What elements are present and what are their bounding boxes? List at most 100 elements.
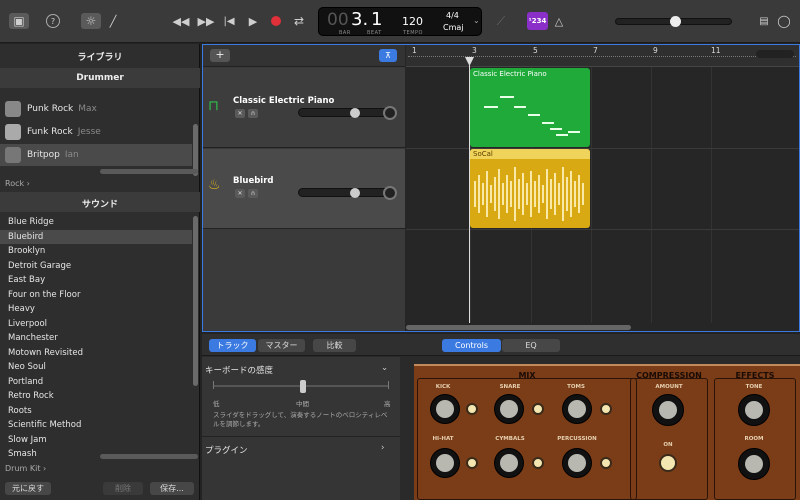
high-label: 高 <box>384 400 391 408</box>
rewind-icon[interactable]: ◀◀ <box>172 13 190 29</box>
sound-item[interactable]: Retro Rock <box>0 389 192 404</box>
genre-crumb-label: Rock <box>5 179 25 188</box>
midi-note <box>500 96 514 98</box>
ruler-label: 7 <box>593 46 598 55</box>
lcd-display[interactable]: 00 3. 1 BAR BEAT 120 TEMPO 4/4 Cmaj ⌄ <box>318 7 482 36</box>
toms-toggle[interactable] <box>600 403 612 415</box>
plugins-row[interactable]: プラグイン › <box>205 443 395 456</box>
midi-note <box>556 134 568 136</box>
help-icon[interactable]: ? <box>46 14 60 28</box>
chevron-down-icon[interactable]: ⌄ <box>381 363 388 373</box>
sound-item[interactable]: Portland <box>0 375 192 390</box>
kick-knob[interactable] <box>430 394 460 424</box>
smart-controls-tabbar: トラック マスター 比較 Controls EQ <box>202 334 800 356</box>
tab-compare[interactable]: 比較 <box>313 339 356 352</box>
drummer-item-selected[interactable]: Britpop Ian <box>0 144 192 166</box>
track-header-bluebird[interactable]: ♨ Bluebird ✕ ∩ <box>203 149 405 229</box>
hihat-toggle[interactable] <box>466 457 478 469</box>
toms-knob[interactable] <box>562 394 592 424</box>
hihat-knob[interactable] <box>430 448 460 478</box>
cycle-icon[interactable]: ⇄ <box>290 13 308 29</box>
headphones-icon[interactable]: ∩ <box>248 189 258 198</box>
loop-browser-icon[interactable]: ◯ <box>775 13 793 29</box>
sound-item[interactable]: Scientific Method <box>0 418 192 433</box>
tone-knob[interactable] <box>738 394 770 426</box>
snare-toggle[interactable] <box>532 403 544 415</box>
sound-item[interactable]: Detroit Garage <box>0 259 192 274</box>
sound-item[interactable]: Roots <box>0 404 192 419</box>
sound-item[interactable]: Liverpool <box>0 317 192 332</box>
track-volume-knob[interactable] <box>350 108 360 118</box>
keyboard-sensitivity-header[interactable]: キーボードの感度 ⌄ <box>205 363 395 376</box>
pencil-icon[interactable]: ╱ <box>104 13 122 29</box>
delete-button[interactable]: 削除 <box>103 482 143 495</box>
sound-item[interactable]: Neo Soul <box>0 360 192 375</box>
sound-item[interactable]: Blue Ridge <box>0 215 192 230</box>
mute-icon[interactable]: ✕ <box>235 109 245 118</box>
amount-label: AMOUNT <box>655 384 683 390</box>
sound-item[interactable]: Brooklyn <box>0 244 192 259</box>
chevron-down-icon[interactable]: ⌄ <box>473 16 480 25</box>
tab-master[interactable]: マスター <box>258 339 305 352</box>
revert-button[interactable]: 元に戻す <box>5 482 51 495</box>
library-icon[interactable]: ▣ <box>9 13 29 29</box>
record-icon[interactable] <box>267 13 285 29</box>
cymbals-toggle[interactable] <box>532 457 544 469</box>
track-header-electric-piano[interactable]: ⊓ Classic Electric Piano ✕ ∩ <box>203 68 405 148</box>
drummer-item[interactable]: Punk Rock Max <box>0 98 192 120</box>
track-volume-slider[interactable] <box>298 188 392 197</box>
sound-item[interactable]: Motown Revisited <box>0 346 192 361</box>
compression-on-toggle[interactable] <box>659 454 677 472</box>
sound-scrollbar[interactable] <box>193 216 198 386</box>
kick-toggle[interactable] <box>466 403 478 415</box>
tab-controls[interactable]: Controls <box>442 339 501 352</box>
room-knob[interactable] <box>738 448 770 480</box>
track-name: Bluebird <box>233 176 274 186</box>
smart-tempo-icon[interactable]: ⊼ <box>379 49 397 62</box>
kit-breadcrumb[interactable]: Drum Kit › <box>5 464 46 473</box>
room-label: ROOM <box>744 436 764 442</box>
track-volume-slider[interactable] <box>298 108 392 117</box>
sound-item[interactable]: Bluebird <box>0 229 192 244</box>
drummer-region[interactable]: SoCal <box>470 149 590 228</box>
playhead[interactable] <box>469 57 470 323</box>
master-volume-knob[interactable] <box>670 16 681 27</box>
chevron-right-icon[interactable]: › <box>381 443 384 453</box>
snare-knob[interactable] <box>494 394 524 424</box>
drummer-hscrollbar[interactable] <box>100 169 198 174</box>
sound-item[interactable]: East Bay <box>0 273 192 288</box>
tracks-hscrollbar[interactable] <box>406 325 631 330</box>
sound-hscrollbar[interactable] <box>100 454 198 459</box>
genre-breadcrumb[interactable]: Rock › <box>5 179 30 188</box>
smart-controls-icon[interactable]: ☼ <box>81 13 101 29</box>
fast-forward-icon[interactable]: ▶▶ <box>197 13 215 29</box>
midi-region[interactable]: Classic Electric Piano <box>470 68 590 147</box>
sound-item[interactable]: Heavy <box>0 302 192 317</box>
sound-item[interactable]: Slow Jam <box>0 433 192 448</box>
track-volume-knob[interactable] <box>350 188 360 198</box>
count-in-icon[interactable]: ¹234 <box>527 12 548 30</box>
tuner-icon[interactable]: ⟋ <box>492 13 510 29</box>
play-icon[interactable]: ▶ <box>244 13 262 29</box>
track-pan-dial[interactable] <box>383 186 397 200</box>
notepad-icon[interactable]: ▤ <box>755 13 773 29</box>
sound-item[interactable]: Four on the Floor <box>0 288 192 303</box>
sensitivity-slider-thumb[interactable] <box>300 380 306 393</box>
tab-track[interactable]: トラック <box>209 339 256 352</box>
cymbals-knob[interactable] <box>494 448 524 478</box>
headphones-icon[interactable]: ∩ <box>248 109 258 118</box>
mute-icon[interactable]: ✕ <box>235 189 245 198</box>
drummer-item[interactable]: Funk Rock Jesse <box>0 121 192 143</box>
metronome-icon[interactable]: △ <box>550 13 568 29</box>
sound-item[interactable]: Manchester <box>0 331 192 346</box>
track-pan-dial[interactable] <box>383 106 397 120</box>
to-start-icon[interactable]: |◀ <box>220 13 238 29</box>
percussion-knob[interactable] <box>562 448 592 478</box>
percussion-toggle[interactable] <box>600 457 612 469</box>
add-track-button[interactable]: + <box>210 49 230 62</box>
compression-amount-knob[interactable] <box>652 394 684 426</box>
save-button[interactable]: 保存... <box>150 482 194 495</box>
tab-eq[interactable]: EQ <box>502 339 560 352</box>
zoom-slider[interactable] <box>756 50 794 58</box>
timeline-ruler[interactable]: 1 3 5 7 9 11 <box>406 45 799 67</box>
